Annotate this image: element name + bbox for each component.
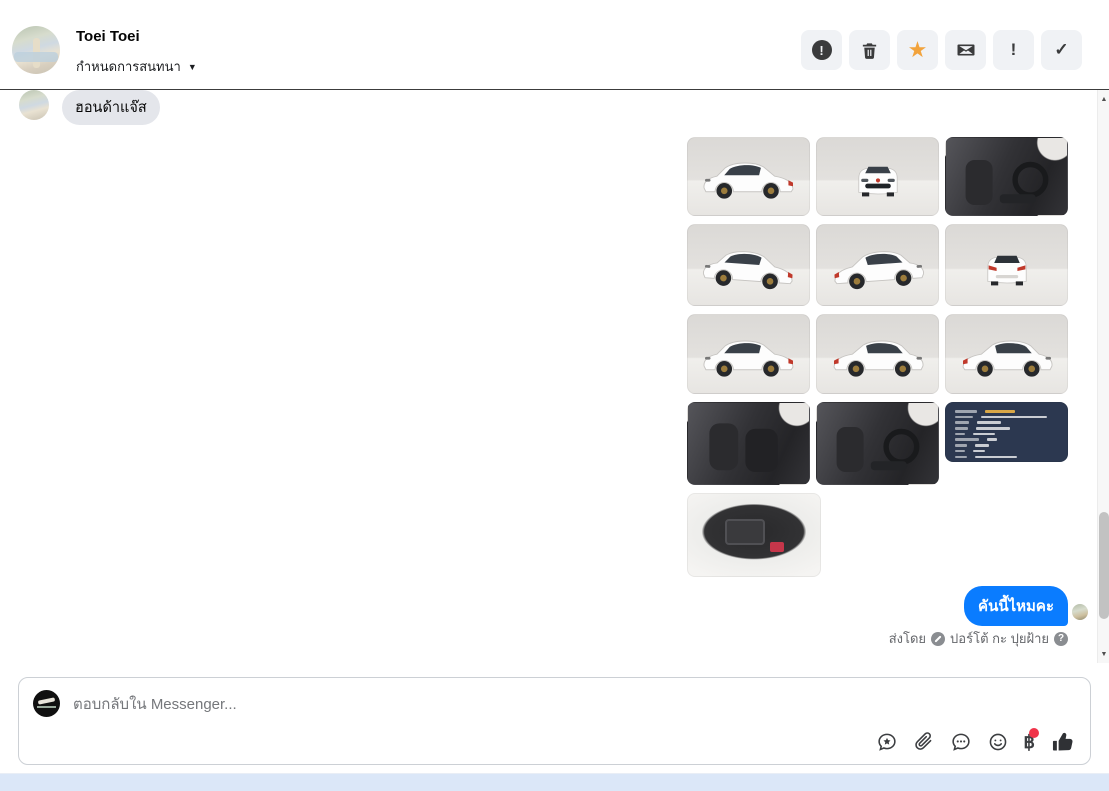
car-photo-illustration [833,250,924,289]
report-icon: ! [811,40,832,60]
notification-dot [1029,728,1039,738]
exclamation-icon: ! [1010,40,1017,59]
car-photo-illustration [962,340,1052,377]
car-photo-illustration [703,162,793,199]
emoji-button[interactable] [987,731,1009,753]
like-button[interactable] [1050,729,1076,755]
conversation-label-text: กำหนดการสนทนา [76,59,181,74]
photo-interior-dashboard[interactable] [945,137,1068,216]
conversation-label-dropdown[interactable]: กำหนดการสนทนา ▼ [76,56,197,77]
comment-button[interactable] [950,731,972,753]
photo-car-front-left[interactable] [687,137,810,216]
interior-photo-illustration [708,423,778,473]
mark-done-button[interactable]: ✓ [1041,30,1082,70]
photo-spec-sheet[interactable] [945,402,1068,462]
envelope-icon [957,44,974,56]
car-photo-illustration [702,250,793,289]
interior-photo-illustration [836,427,919,473]
outgoing-message-bubble: คันนี้ไหมคะ [964,586,1068,626]
star-icon: ★ [907,37,928,62]
spec-line [955,438,1058,441]
spec-line [955,410,1058,413]
incoming-message-bubble: ฮอนด้าแจ๊ส [62,90,160,125]
header-divider [0,89,1109,90]
interior-photo-illustration [965,160,1048,206]
payment-button[interactable]: ฿ [1024,728,1039,751]
page-logo-avatar [33,690,60,717]
chat-scrollbar[interactable]: ▲ ▼ [1097,90,1109,663]
conversation-name: Toei Toei [76,28,140,45]
photo-interior-front-seats[interactable] [816,402,939,485]
photo-car-side[interactable] [816,314,939,394]
report-button[interactable]: ! [801,30,842,70]
mark-unread-button[interactable] [945,30,986,70]
seen-avatar [1072,604,1088,620]
page-badge-icon [931,631,946,646]
reply-composer: ฿ [18,677,1091,765]
spec-line [955,421,1058,424]
trash-icon [862,42,877,59]
scrollbar-up-arrow[interactable]: ▲ [1098,92,1109,106]
car-photo-illustration [703,340,793,377]
photo-car-rear[interactable] [945,224,1068,306]
scrollbar-thumb[interactable] [1099,512,1109,619]
photo-car-rear-right[interactable] [687,314,810,394]
sent-by-prefix: ส่งโดย [888,631,927,646]
conversation-avatar [12,26,60,74]
smiley-icon [989,733,1006,751]
spec-line [955,449,1058,453]
photo-interior-rear-seats[interactable] [687,402,810,485]
photo-car-front-right[interactable] [816,224,939,306]
spec-line [955,427,1058,430]
chevron-down-icon: ▼ [187,61,197,72]
engine-block-illustration [724,518,765,545]
spec-line [955,415,1058,419]
photo-engine-bay[interactable] [687,493,821,577]
photo-car-front[interactable] [816,137,939,216]
star-button[interactable]: ★ [897,30,938,70]
comment-dots-icon [951,733,970,751]
photo-car-rear-left[interactable] [687,224,810,306]
messenger-inbox-window: Toei Toei กำหนดการสนทนา ▼ ! ★ ! ✓ ฮอนด้า… [0,0,1109,791]
conversation-actions: ! ★ ! ✓ [801,30,1082,70]
composer-toolbar: ฿ [876,728,1076,755]
sent-by-line: ส่งโดย ปอร์โต้ กะ ปุยฝ้าย ? [889,628,1068,649]
saved-replies-button[interactable] [876,731,898,753]
photo-car-side-2[interactable] [945,314,1068,394]
photo-grid [687,137,1071,577]
incoming-message-avatar [19,90,49,120]
priority-button[interactable]: ! [993,30,1034,70]
check-icon: ✓ [1054,40,1069,59]
conversation-header: Toei Toei กำหนดการสนทนา ▼ ! ★ ! ✓ [0,0,1109,89]
paperclip-icon [914,732,931,750]
spec-line [955,432,1058,436]
comment-star-icon [877,733,896,751]
engine-red-part [769,541,784,552]
sent-by-page-name: ปอร์โต้ กะ ปุยฝ้าย [950,631,1049,646]
spec-line [955,444,1058,447]
delete-button[interactable] [849,30,890,70]
car-photo-illustration [833,340,923,377]
thumbs-up-icon [1052,732,1073,751]
car-photo-illustration [986,255,1027,285]
reply-input[interactable] [73,692,773,716]
bottom-bar [0,773,1109,791]
attach-button[interactable] [913,731,935,753]
scrollbar-down-arrow[interactable]: ▼ [1098,647,1109,661]
car-photo-illustration [857,166,898,197]
spec-line [955,455,1058,458]
help-icon[interactable]: ? [1054,631,1068,646]
